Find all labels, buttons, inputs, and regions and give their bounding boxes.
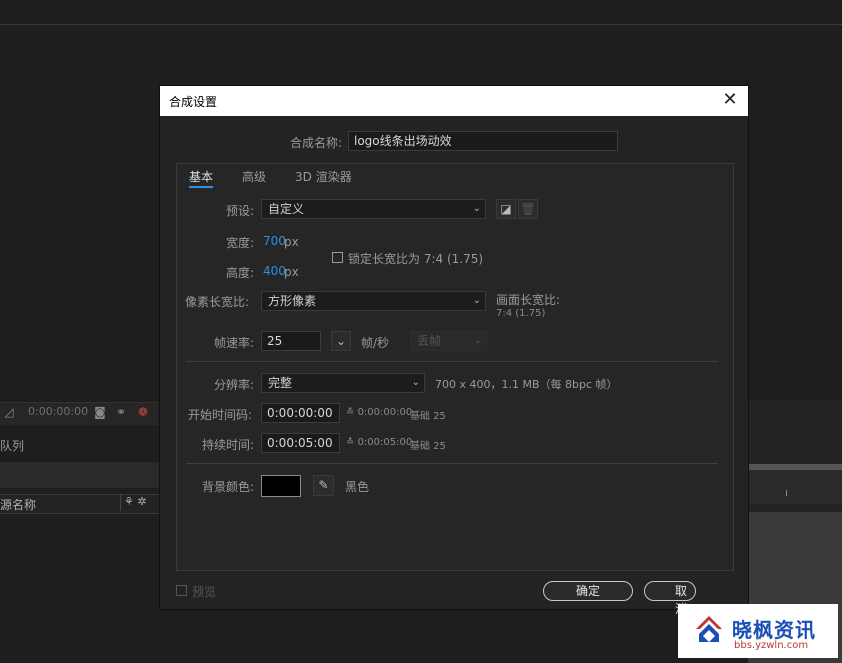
link-icon[interactable]: ⚭ [114,405,128,419]
frame-rate-label: 帧速率: [214,336,255,350]
start-timecode-base: 基础 25 [410,411,446,422]
tab-3d-renderer[interactable]: 3D 渲染器 [295,168,352,185]
timeline-timecode[interactable]: 0:00:00:00 [28,405,88,418]
watermark-url: bbs.yzwln.com [734,640,809,651]
preset-select[interactable]: 自定义 ⌄ [261,199,486,219]
start-timecode-equals: ≛ 0:00:00:00 [346,407,413,418]
bg-color-label: 背景颜色: [202,480,255,494]
height-value[interactable]: 400 [263,264,286,278]
watermark-title: 晓枫资讯 [732,618,816,642]
bg-color-name: 黑色 [345,480,370,494]
chevron-down-icon: ⌄ [473,335,482,346]
resolution-label: 分辨率: [214,378,255,392]
start-timecode-input[interactable]: 0:00:00:00 [261,403,340,423]
height-label: 高度: [226,266,255,280]
duration-input[interactable]: 0:00:05:00 [261,433,340,453]
delete-preset-button[interactable]: 🗑 [518,199,538,219]
duration-equals: ≛ 0:00:05:00 [346,437,413,448]
duration-note: 0:00:05:00 [357,437,413,448]
pixel-aspect-select[interactable]: 方形像素 ⌄ [261,291,486,311]
preset-label: 预设: [226,204,255,218]
comp-name-label: 合成名称: [290,136,343,150]
lock-aspect-label: 锁定长宽比为 7:4 (1.75) [348,252,484,266]
ruler-tick [786,490,787,496]
lock-aspect-checkbox[interactable] [332,252,343,263]
preview-checkbox[interactable] [176,585,187,596]
resolution-value: 完整 [268,376,293,390]
close-icon[interactable]: ✕ [720,90,740,110]
composition-settings-dialog: 合成设置 ✕ 合成名称: logo线条出场动效 基本 高级 3D 渲染器 预设:… [160,86,748,616]
watermark: 晓枫资讯 bbs.yzwln.com [678,604,838,658]
switches-column-icons[interactable]: ⚘ ✲ [124,495,147,508]
resolution-select[interactable]: 完整 ⌄ [261,373,425,393]
color-wheel-icon[interactable]: ❁ [136,405,150,419]
start-timecode-label: 开始时间码: [188,408,253,422]
duration-label: 持续时间: [202,438,255,452]
eyedropper-icon: ✎ [318,478,329,492]
house-logo-icon [696,616,722,642]
eyedropper-button[interactable]: ✎ [313,475,334,496]
bg-color-swatch[interactable] [261,475,301,497]
settings-panel [176,163,734,571]
render-queue-tab[interactable]: 队列 [0,437,24,454]
trash-icon: 🗑 [520,202,536,216]
comp-name-input[interactable]: logo线条出场动效 [348,131,618,151]
save-preset-button[interactable]: ◪ [496,199,516,219]
chevron-down-icon: ⌄ [335,334,347,348]
section-divider [186,463,718,464]
start-timecode-note: 0:00:00:00 [357,407,413,418]
width-value[interactable]: 700 [263,234,286,248]
frame-rate-unit: 帧/秒 [361,336,390,350]
frame-rate-input[interactable]: 25 [261,331,321,351]
column-separator [120,495,121,511]
time-ruler[interactable] [748,470,842,504]
frame-rate-dropdown[interactable]: ⌄ [331,331,351,351]
ok-button[interactable]: 确定 [543,581,633,601]
preview-label: 预览 [192,585,217,599]
timeline-icon[interactable]: ◿ [2,405,16,419]
dialog-title: 合成设置 [169,95,218,109]
pixel-aspect-label: 像素长宽比: [185,295,250,309]
chevron-down-icon: ⌄ [472,295,481,306]
drop-frame-value: 丢帧 [417,334,442,348]
cancel-button[interactable]: 取消 [644,581,696,616]
source-name-column[interactable]: 源名称 [0,496,36,513]
drop-frame-select[interactable]: 丢帧 ⌄ [410,331,487,351]
section-divider [186,361,718,362]
pixel-aspect-value: 方形像素 [268,294,317,308]
save-preset-icon: ◪ [500,202,512,216]
duration-base: 基础 25 [410,441,446,452]
frame-aspect-value: 7:4 (1.75) [496,308,546,319]
chevron-down-icon: ⌄ [411,377,420,388]
width-unit: px [284,235,299,249]
tab-advanced[interactable]: 高级 [242,168,266,185]
chevron-down-icon: ⌄ [472,203,481,214]
dialog-titlebar: 合成设置 ✕ [160,86,748,116]
width-label: 宽度: [226,236,255,250]
app-top-divider [0,24,842,25]
resolution-info: 700 x 400，1.1 MB（每 8bpc 帧） [435,378,618,391]
timeline-strip [0,462,160,488]
frame-aspect-label: 画面长宽比: [496,293,561,307]
preset-value: 自定义 [268,202,305,216]
height-unit: px [284,265,299,279]
tab-basic[interactable]: 基本 [189,168,214,188]
camera-icon[interactable]: ◙ [93,405,107,419]
